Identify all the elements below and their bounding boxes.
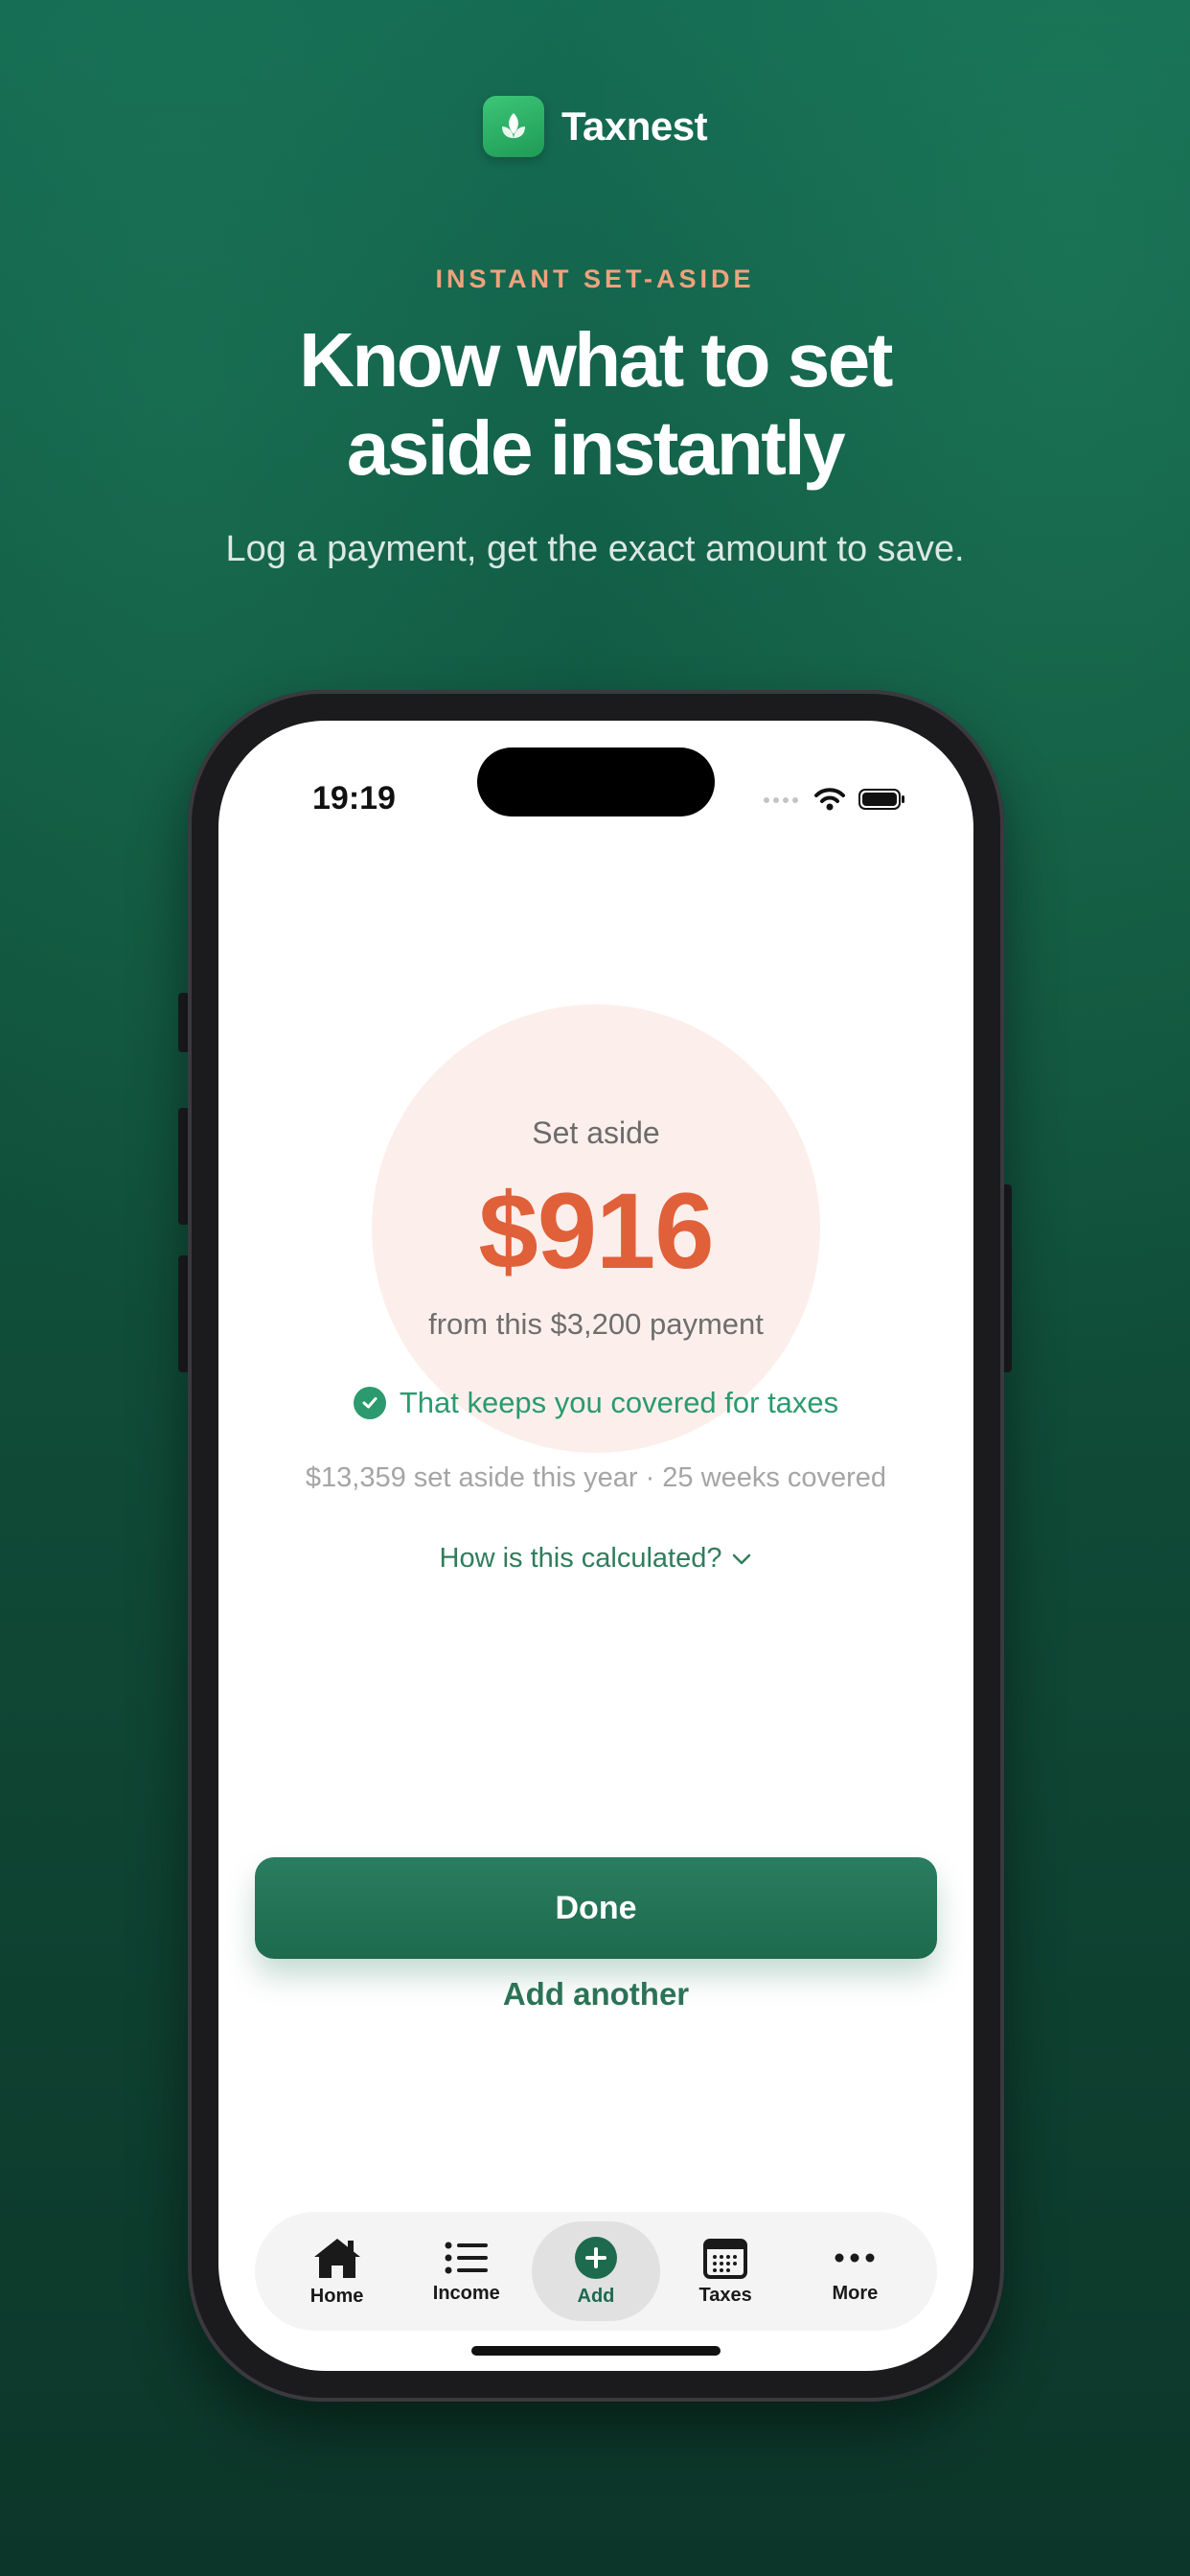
tab-more[interactable]: More <box>790 2221 919 2321</box>
status-icons <box>763 788 906 811</box>
more-icon <box>835 2253 875 2262</box>
phone-frame: 19:19 Set aside $916 from this $3,200 pa… <box>188 690 1004 2402</box>
headline-line-2: aside instantly <box>346 405 846 491</box>
eyebrow-label: INSTANT SET-ASIDE <box>435 264 755 293</box>
tab-more-label: More <box>832 2282 879 2304</box>
done-button[interactable]: Done <box>255 1857 937 1959</box>
setaside-label: Set aside <box>532 1116 660 1150</box>
tab-taxes[interactable]: Taxes <box>661 2221 790 2321</box>
brand-name: Taxnest <box>561 104 708 149</box>
hero-headline: Know what to set aside instantly <box>0 316 1190 493</box>
payment-source: from this $3,200 payment <box>428 1307 764 1341</box>
tab-bar: Home Income Add Taxes More <box>255 2212 937 2331</box>
hero-subline: Log a payment, get the exact amount to s… <box>225 529 965 569</box>
battery-icon <box>858 789 904 810</box>
home-indicator <box>471 2346 721 2356</box>
tab-income-label: Income <box>432 2282 500 2304</box>
home-icon <box>313 2238 360 2278</box>
tab-add-label: Add <box>577 2285 615 2307</box>
signal-icon <box>764 797 798 803</box>
headline-line-1: Know what to set <box>299 317 893 402</box>
checkmark-circle-icon <box>353 1387 386 1419</box>
how-calculated-toggle[interactable]: How is this calculated? <box>218 1543 973 1575</box>
covered-status: That keeps you covered for taxes <box>218 1386 973 1420</box>
chevron-down-icon <box>733 1553 751 1564</box>
status-time: 19:19 <box>312 780 396 816</box>
calendar-icon <box>703 2238 748 2279</box>
taxnest-logo-icon <box>482 96 544 157</box>
phone-screen: 19:19 Set aside $916 from this $3,200 pa… <box>218 721 973 2371</box>
wifi-icon <box>814 788 845 811</box>
tab-add[interactable]: Add <box>531 2221 660 2321</box>
tab-income[interactable]: Income <box>402 2221 531 2321</box>
list-icon <box>445 2242 488 2273</box>
how-calculated-label: How is this calculated? <box>439 1543 722 1574</box>
setaside-amount: $916 <box>478 1171 714 1291</box>
add-another-button[interactable]: Add another <box>218 1976 973 2012</box>
tab-taxes-label: Taxes <box>698 2284 752 2306</box>
plus-circle-icon <box>574 2236 617 2279</box>
tab-home[interactable]: Home <box>273 2221 401 2321</box>
brand-header: Taxnest <box>0 96 1190 157</box>
dynamic-island <box>477 748 715 816</box>
yearly-stats: $13,359 set aside this year · 25 weeks c… <box>305 1462 887 1493</box>
tab-home-label: Home <box>309 2285 364 2307</box>
covered-message: That keeps you covered for taxes <box>399 1386 839 1419</box>
